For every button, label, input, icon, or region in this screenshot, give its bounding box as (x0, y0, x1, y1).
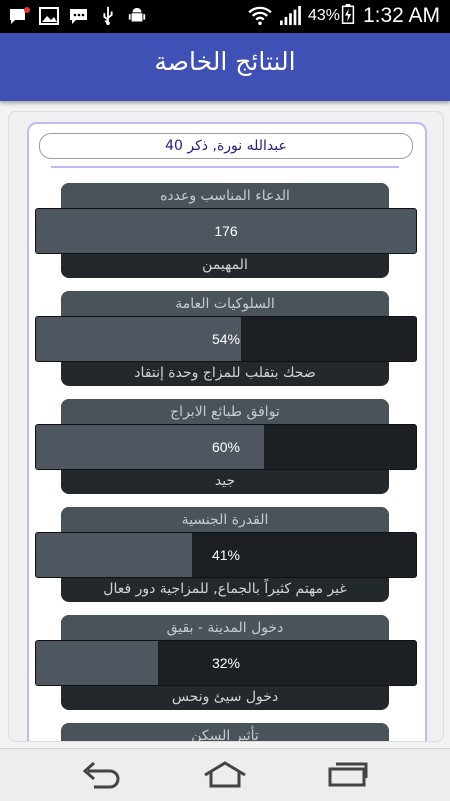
result-description: ضحك بتقلب للمزاج وحدة إنتقاد (134, 365, 316, 381)
result-value: 41% (211, 547, 241, 563)
back-icon[interactable] (78, 759, 126, 791)
recent-apps-icon[interactable] (324, 759, 372, 791)
result-description: جيد (214, 473, 236, 489)
signal-icon (280, 6, 301, 26)
result-block: السلوكيات العامة 54% ضحك بتقلب للمزاج وح… (29, 291, 425, 386)
chat-icon (70, 9, 87, 24)
result-block: توافق طبائع الابراج 60% جيد (29, 399, 425, 494)
results-container[interactable]: عبدالله نورة, ذكر 40 الدعاء المناسب وعدد… (8, 111, 444, 742)
battery-charging-icon (341, 4, 355, 24)
result-title: الدعاء المناسب وعدده (61, 183, 389, 209)
result-progress-bar: 41% (35, 532, 417, 578)
person-name-field: عبدالله نورة, ذكر 40 (39, 133, 413, 159)
result-value: 54% (211, 331, 241, 347)
result-block: دخول المدينة - بقيق 32% دخول سيئ ونحس (29, 615, 425, 710)
status-bar: 43% 1:32 AM (0, 0, 450, 33)
result-value: 32% (211, 655, 241, 671)
result-title: تأثير السكن (61, 723, 389, 741)
wifi-icon (248, 6, 272, 26)
result-progress-bar: 32% (35, 640, 417, 686)
result-block: تأثير السكن (29, 723, 425, 741)
result-progress-bar: 54% (35, 316, 417, 362)
result-description: دخول سيئ ونحس (171, 689, 279, 705)
home-icon[interactable] (201, 759, 249, 791)
divider (51, 166, 399, 168)
page-title: النتائج الخاصة (154, 47, 296, 76)
image-icon (39, 7, 59, 25)
usb-icon (103, 6, 113, 26)
message-icon (10, 7, 30, 24)
result-progress-bar: 60% (35, 424, 417, 470)
clock: 1:32 AM (362, 4, 440, 27)
result-description: المهيمن (202, 257, 248, 273)
result-title: السلوكيات العامة (61, 291, 389, 317)
result-progress-bar: 176 (35, 208, 417, 254)
result-title: القدرة الجنسية (61, 507, 389, 533)
results-card: عبدالله نورة, ذكر 40 الدعاء المناسب وعدد… (27, 122, 427, 741)
result-title: توافق طبائع الابراج (61, 399, 389, 425)
result-title: دخول المدينة - بقيق (61, 615, 389, 641)
result-description: غير مهتم كثيراً بالجماع, للمزاجية دور فع… (103, 581, 347, 597)
result-block: الدعاء المناسب وعدده 176 المهيمن (29, 183, 425, 278)
app-bar: النتائج الخاصة (0, 33, 450, 101)
result-value: 176 (214, 223, 238, 239)
result-block: القدرة الجنسية 41% غير مهتم كثيراً بالجم… (29, 507, 425, 602)
result-value: 60% (211, 439, 241, 455)
navigation-bar (0, 748, 450, 801)
battery-percent: 43% (307, 7, 340, 24)
android-debug-icon (128, 7, 146, 22)
